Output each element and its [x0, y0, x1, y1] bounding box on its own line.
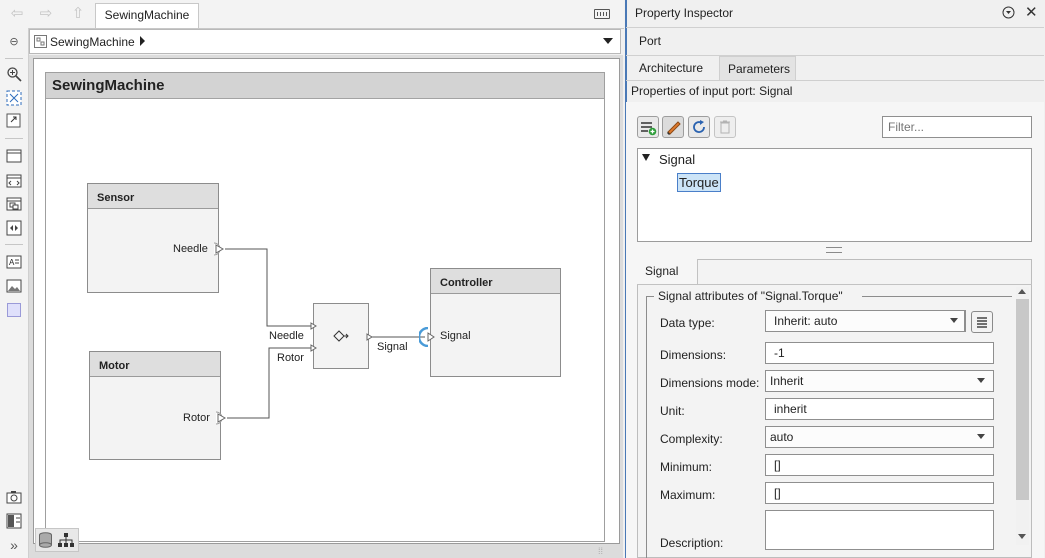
list-icon — [977, 317, 987, 328]
output-port-icon[interactable] — [215, 411, 229, 425]
complexity-label: Complexity: — [660, 432, 723, 446]
block-title: Motor — [90, 352, 220, 377]
group-title: Signal attributes of "Signal.Torque" — [658, 289, 843, 303]
refresh-button[interactable] — [688, 116, 710, 138]
tree-item-selected[interactable]: Torque — [677, 173, 721, 192]
signal-tree — [637, 148, 1032, 242]
dimensions-mode-select[interactable]: Inherit — [765, 370, 994, 392]
description-textarea[interactable] — [765, 510, 994, 550]
tab-signal[interactable]: Signal — [637, 259, 698, 284]
controller-block[interactable]: Controller — [430, 268, 561, 377]
tree-item-root[interactable]: Signal — [659, 152, 695, 167]
chevron-down-icon — [977, 378, 985, 383]
tree-expand-icon[interactable] — [642, 154, 650, 161]
input-port-icon[interactable] — [310, 322, 318, 330]
block-title: Controller — [431, 269, 560, 294]
panel-menu-icon[interactable] — [1002, 6, 1015, 19]
adapter-symbol-icon — [333, 330, 349, 342]
groupbox-border — [862, 296, 1012, 297]
input-port-icon[interactable] — [310, 344, 318, 352]
divider — [626, 27, 1044, 28]
chevron-down-icon — [977, 434, 985, 439]
add-list-icon — [641, 122, 657, 136]
minimum-input[interactable]: [] — [765, 454, 994, 476]
close-icon[interactable]: ✕ — [1025, 3, 1038, 21]
dimensions-mode-label: Dimensions mode: — [660, 376, 760, 390]
motor-block[interactable]: Motor — [89, 351, 221, 460]
refresh-icon — [693, 120, 705, 133]
add-button[interactable] — [637, 116, 659, 138]
filter-input[interactable] — [882, 116, 1032, 138]
description-label: Description: — [660, 536, 724, 550]
dimensions-label: Dimensions: — [660, 348, 727, 362]
properties-subtitle: Properties of input port: Signal — [631, 84, 793, 98]
divider — [637, 284, 1032, 285]
splitter-handle[interactable] — [826, 247, 842, 253]
port-label: Signal — [440, 330, 471, 342]
line-label: Rotor — [277, 352, 304, 364]
hierarchy-icon[interactable] — [58, 533, 74, 547]
data-icon[interactable] — [38, 532, 53, 548]
input-port-highlighted-icon[interactable] — [419, 327, 437, 347]
select-value: auto — [770, 430, 794, 444]
panel-title: Property Inspector — [635, 6, 734, 20]
unit-input[interactable]: inherit — [765, 398, 994, 420]
port-label: Rotor — [183, 412, 210, 424]
tab-architecture[interactable]: Architecture — [631, 56, 711, 80]
chevron-down-icon — [950, 318, 958, 323]
minimum-label: Minimum: — [660, 460, 713, 474]
section-label: Port — [639, 34, 662, 48]
select-value: Inherit — [770, 374, 804, 388]
maximum-label: Maximum: — [660, 488, 716, 502]
port-label: Needle — [173, 243, 208, 255]
block-title: Sensor — [88, 184, 218, 209]
data-type-assistant-button[interactable] — [971, 311, 993, 333]
output-port-icon[interactable] — [213, 242, 227, 256]
dimensions-input[interactable]: -1 — [765, 342, 994, 364]
edit-button[interactable] — [662, 116, 684, 138]
maximum-input[interactable]: [] — [765, 482, 994, 504]
scroll-up-icon[interactable] — [1018, 289, 1026, 294]
resize-grip-icon[interactable]: ⁞⁞ — [598, 547, 610, 556]
tab-parameters[interactable]: Parameters — [719, 56, 796, 80]
scrollbar-thumb[interactable] — [1016, 299, 1029, 500]
line-label: Signal — [377, 341, 408, 353]
needle-line[interactable] — [225, 248, 311, 327]
unit-label: Unit: — [660, 404, 685, 418]
trash-icon — [720, 120, 730, 134]
delete-button[interactable] — [714, 116, 736, 138]
pencil-icon — [667, 121, 681, 135]
data-type-select[interactable]: Inherit: auto — [765, 310, 966, 332]
groupbox-border — [646, 296, 647, 558]
scroll-down-icon[interactable] — [1018, 534, 1026, 539]
complexity-select[interactable]: auto — [765, 426, 994, 448]
divider — [626, 80, 1044, 81]
groupbox-border — [646, 296, 654, 297]
output-port-icon[interactable] — [366, 333, 374, 341]
sensor-block[interactable]: Sensor — [87, 183, 219, 293]
data-type-label: Data type: — [660, 316, 715, 330]
data-type-dropdown[interactable] — [943, 310, 965, 332]
line-label: Needle — [269, 330, 304, 342]
